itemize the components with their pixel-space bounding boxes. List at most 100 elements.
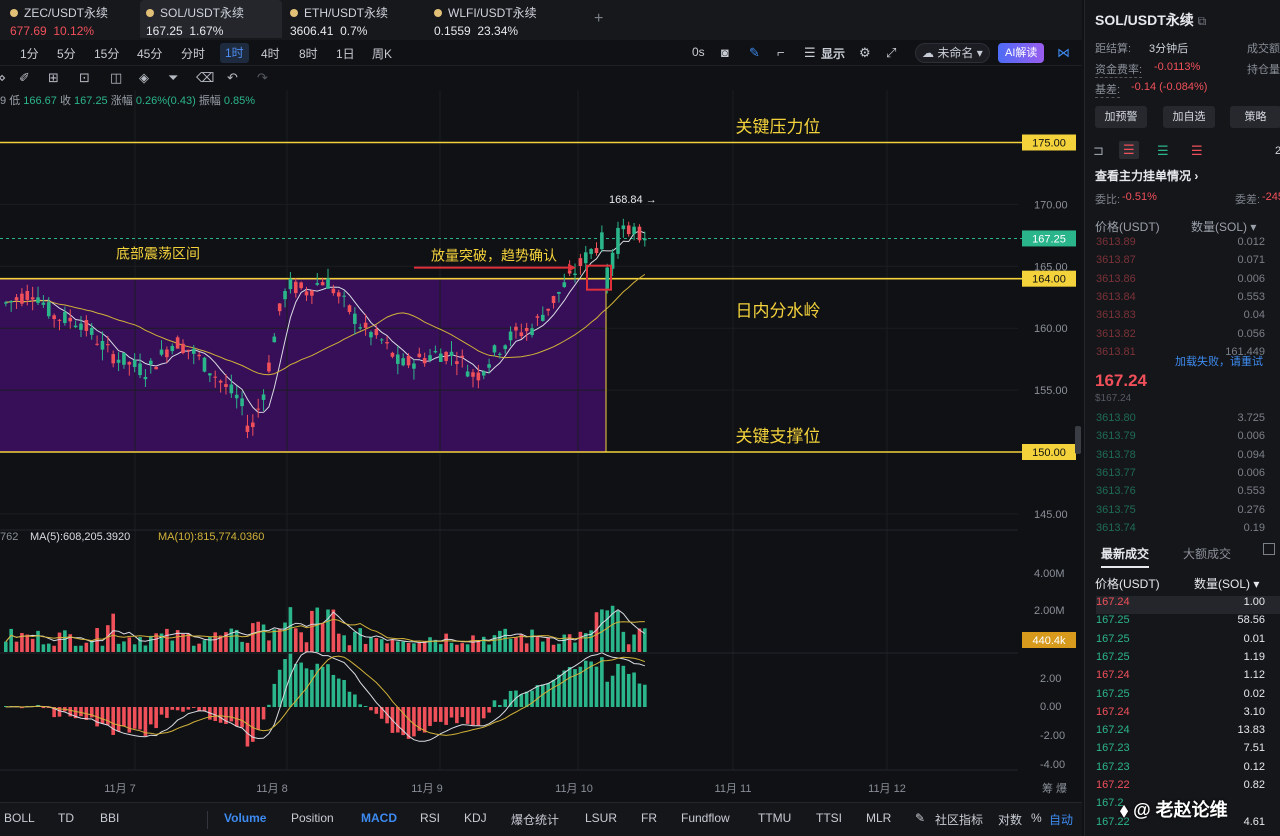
log-toggle[interactable]: 对数 [998,811,1022,828]
pivot-label: 日内分水岭 [736,302,821,321]
display-button[interactable]: 显示 [821,45,845,62]
gear-icon[interactable]: ⚙ [859,45,871,61]
watchlist-button[interactable]: 加自选 [1163,106,1215,128]
bid-row[interactable]: 3613.80 3.725 [1096,412,1280,430]
interval-1d[interactable]: 1日 [336,45,355,62]
eye-icon[interactable]: ◫ [110,70,122,86]
cursor-icon[interactable]: ⋄ [0,70,6,86]
ai-button[interactable]: AI解读 [998,43,1045,63]
depth-link[interactable]: 查看主力挂单情况 › [1095,167,1198,184]
bid-row[interactable]: 3613.75 0.276 [1096,504,1280,522]
tab-zec[interactable]: ZEC/USDT永续 677.69 10.12% [4,0,136,38]
strategy-button[interactable]: 策略 [1230,106,1280,128]
indicator-tab-boll[interactable]: BOLL [4,811,35,825]
ob-mode-split-icon[interactable]: ☰ [1191,143,1203,159]
kline-chart[interactable]: 762 MA(5):608,205.3920 MA(10):815,774.0360… [0,90,1082,802]
ask-row[interactable]: 3613.84 0.553 [1096,291,1280,309]
camera-icon[interactable]: ◙ [721,45,729,60]
pattern-icon[interactable]: ⊞ [48,70,59,86]
indicator-tab-rsi[interactable]: RSI [420,811,440,825]
tab-wlfi[interactable]: WLFI/USDT永续 0.1559 23.34% [428,0,578,38]
lock-icon[interactable]: ⊡ [79,70,90,86]
redo-icon[interactable]: ↷ [257,70,268,86]
candle-body [218,380,223,383]
share-icon[interactable]: ⋈ [1057,45,1070,61]
diff-label: 委差: [1235,194,1261,206]
auto-toggle[interactable]: 自动 [1049,811,1073,828]
copy-icon[interactable]: ⧉ [1198,14,1207,28]
fullscreen-icon[interactable]: ⤢ [886,45,896,61]
indicator-tab-kdj[interactable]: KDJ [464,811,487,825]
indicator-tab-volume[interactable]: Volume [224,811,266,825]
load-fail-link[interactable]: 加载失败，请重试 [1175,353,1263,369]
volume-bar [106,625,110,652]
add-tab-icon[interactable]: + [594,10,603,28]
indicator-tab-fundflow[interactable]: Fundflow [681,811,730,825]
ask-row[interactable]: 3613.87 0.071 [1096,254,1280,272]
trash-icon[interactable]: ⌫ [196,70,214,86]
volume-bar [186,633,191,652]
tab-sol[interactable]: SOL/USDT永续 167.25 1.67% [140,0,282,38]
community-edit-icon[interactable]: ✎ [915,811,925,825]
indicator-tab-fr[interactable]: FR [641,811,657,825]
magnet-icon[interactable]: ◈ [139,70,149,86]
large-trades-checkbox[interactable] [1263,543,1275,555]
bid-row[interactable]: 3613.78 0.094 [1096,449,1280,467]
tab-large-trades[interactable]: 大额成交 [1183,545,1231,562]
candle-body [197,354,201,357]
interval-4h[interactable]: 4时 [261,45,280,62]
community-indicators[interactable]: 社区指标 [935,811,983,828]
interval-5m[interactable]: 5分 [57,45,76,62]
ask-row[interactable]: 3613.82 0.056 [1096,328,1280,346]
macd-bar [374,707,379,714]
ob-precision[interactable]: 2 [1275,145,1280,157]
brush-icon[interactable]: ✐ [19,70,30,86]
interval-1h[interactable]: 1时 [220,43,249,63]
price-tick: 160.00 [1034,323,1068,335]
indicator-tab-lsur[interactable]: LSUR [585,811,617,825]
interval-45m[interactable]: 45分 [137,45,162,62]
interval-15m[interactable]: 15分 [94,45,119,62]
undo-icon[interactable]: ↶ [227,70,238,86]
tab-latest-trades[interactable]: 最新成交 [1101,545,1150,568]
list-icon[interactable]: ☰ [804,45,816,61]
unnamed-layout-select[interactable]: ☁ 未命名 ▾ [915,43,990,63]
indicator-tab-bbi[interactable]: BBI [100,811,119,825]
indicator-tab-td[interactable]: TD [58,811,74,825]
bid-row[interactable]: 3613.76 0.553 [1096,485,1280,503]
interval-1m[interactable]: 1分 [20,45,39,62]
volume-bar [465,644,470,652]
indicator-tab-mlr[interactable]: MLR [866,811,891,825]
layout-icon[interactable]: ⌐ [777,45,785,60]
indicator-tab-macd[interactable]: MACD [361,811,397,825]
ob-mode-ask-icon[interactable]: ☰ [1119,141,1139,159]
bid-row[interactable]: 3613.74 0.19 [1096,522,1280,540]
percent-toggle[interactable]: % [1031,811,1042,825]
pen-icon[interactable]: ✎ [749,45,760,61]
macd-bar [557,674,561,707]
tab-eth[interactable]: ETH/USDT永续 3606.41 0.7% [284,0,424,38]
indicator-tab-ttmu[interactable]: TTMU [758,811,791,825]
interval-week[interactable]: 周K [372,45,392,62]
alert-button[interactable]: 加预警 [1095,106,1147,128]
candle-body [347,305,352,313]
volume-bar [369,637,373,652]
bid-row[interactable]: 3613.79 0.006 [1096,430,1280,448]
volume-bar [481,636,486,652]
bid-row[interactable]: 3613.77 0.006 [1096,467,1280,485]
indicator-tab-position[interactable]: Position [291,811,334,825]
interval-8h[interactable]: 8时 [299,45,318,62]
indicator-tab-ttsi[interactable]: TTSI [816,811,842,825]
ask-row[interactable]: 3613.83 0.04 [1096,309,1280,327]
volume-bar [562,634,567,652]
interval-timeline[interactable]: 分时 [181,45,205,62]
filter-icon[interactable]: ⏷ [168,70,178,86]
indicator-tab-爆仓统计[interactable]: 爆仓统计 [511,811,559,828]
volume-bar [508,638,513,652]
ask-row[interactable]: 3613.86 0.006 [1096,273,1280,291]
ob-mode-both-icon[interactable]: ⊐ [1093,143,1104,159]
ask-row[interactable]: 3613.89 0.012 [1096,236,1280,254]
zero-seconds[interactable]: 0s [692,45,705,59]
ob-mode-bid-icon[interactable]: ☰ [1157,143,1169,159]
ob-price: 3613.84 [1096,290,1136,303]
